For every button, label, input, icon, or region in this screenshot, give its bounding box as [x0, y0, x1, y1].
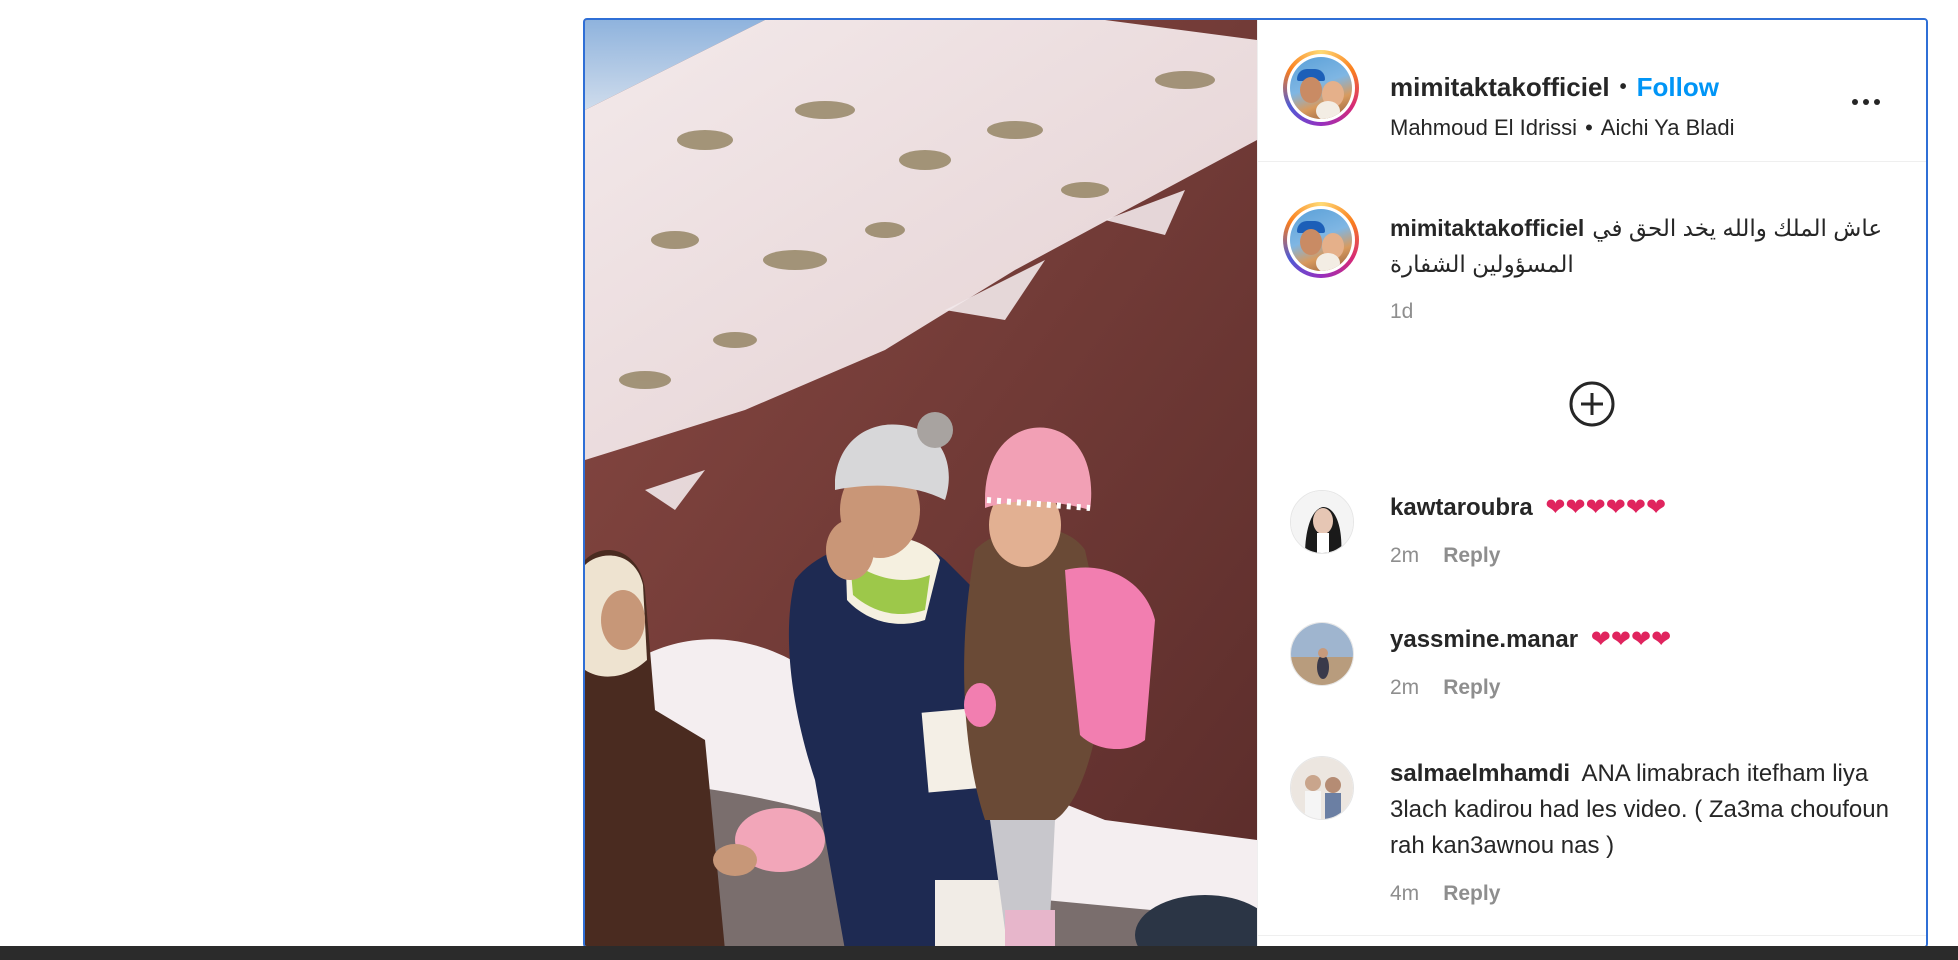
caption-username[interactable]: mimitaktakofficiel	[1390, 215, 1584, 241]
commenter-avatar[interactable]	[1290, 756, 1354, 820]
separator-dot: •	[1585, 115, 1593, 140]
comment-time[interactable]: 4m	[1390, 876, 1419, 912]
comment-username[interactable]: yassmine.manar	[1390, 626, 1578, 653]
reply-button[interactable]: Reply	[1443, 876, 1500, 912]
header-text: mimitaktakofficiel • Follow Mahmoud El I…	[1390, 72, 1735, 141]
author-username[interactable]: mimitaktakofficiel	[1390, 72, 1610, 103]
comment-username[interactable]: salmaelmhamdi	[1390, 760, 1570, 787]
divider	[1258, 935, 1926, 936]
author-avatar[interactable]	[1283, 50, 1359, 126]
audio-title[interactable]: Aichi Ya Bladi	[1601, 115, 1735, 141]
bottom-bar	[0, 946, 1958, 960]
post-caption: mimitaktakofficiel عاش الملك والله يخد ال…	[1258, 170, 1926, 323]
comment-hearts: ❤❤❤❤	[1590, 626, 1672, 653]
caption-avatar[interactable]	[1283, 202, 1359, 278]
comment-hearts: ❤❤❤❤❤❤	[1545, 494, 1667, 521]
comment-time[interactable]: 2m	[1390, 670, 1419, 706]
commenter-avatar[interactable]	[1290, 490, 1354, 554]
comment-time[interactable]: 2m	[1390, 538, 1419, 574]
caption-timestamp[interactable]: 1d	[1390, 300, 1413, 324]
more-horizontal-icon[interactable]	[1846, 92, 1886, 112]
plus-circle-icon[interactable]	[1568, 380, 1616, 428]
post-media-image[interactable]	[585, 20, 1257, 946]
audio-artist[interactable]: Mahmoud El Idrissi	[1390, 115, 1577, 141]
mountain-photo	[585, 20, 1257, 946]
separator-dot: •	[1619, 76, 1627, 98]
reply-button[interactable]: Reply	[1443, 538, 1500, 574]
caption-text: mimitaktakofficiel عاش الملك والله يخد ال…	[1390, 210, 1910, 282]
commenter-avatar[interactable]	[1290, 622, 1354, 686]
post-header: mimitaktakofficiel • Follow Mahmoud El I…	[1258, 20, 1926, 162]
comment-username[interactable]: kawtaroubra	[1390, 494, 1533, 521]
follow-button[interactable]: Follow	[1637, 72, 1719, 103]
reply-button[interactable]: Reply	[1443, 670, 1500, 706]
audio-info[interactable]: Mahmoud El Idrissi • Aichi Ya Bladi	[1390, 115, 1735, 141]
post-card: mimitaktakofficiel • Follow Mahmoud El I…	[583, 18, 1928, 948]
post-side-panel: mimitaktakofficiel • Follow Mahmoud El I…	[1257, 20, 1926, 946]
